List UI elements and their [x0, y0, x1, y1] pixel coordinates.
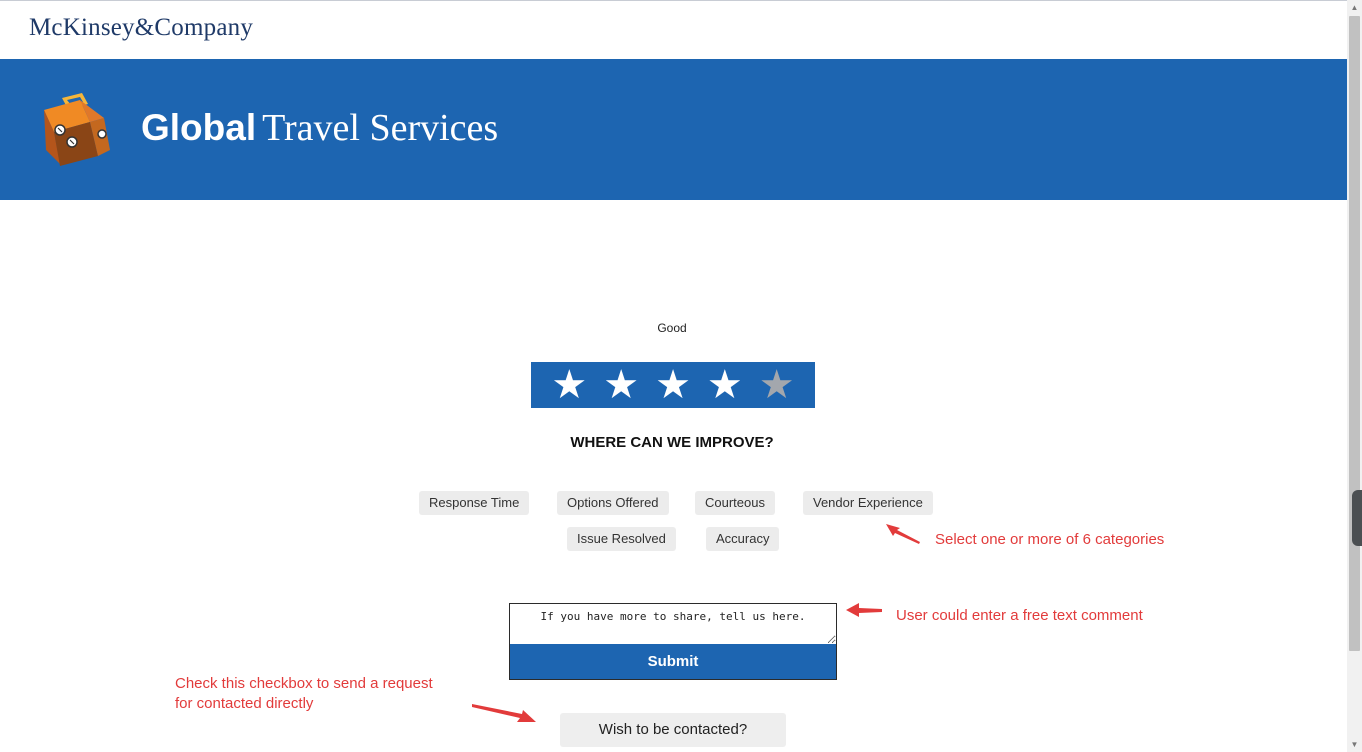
annotation-checkbox-line2: for contacted directly: [175, 695, 314, 712]
star-1[interactable]: ★: [551, 365, 587, 405]
star-rating: ★ ★ ★ ★ ★: [531, 362, 815, 408]
annotation-arrow-categories: [886, 524, 920, 544]
suitcase-icon: [44, 93, 110, 166]
star-3[interactable]: ★: [655, 365, 691, 405]
comment-textarea[interactable]: [510, 604, 836, 644]
improve-heading: WHERE CAN WE IMPROVE?: [570, 434, 774, 451]
annotation-checkbox: Check this checkbox to send a request fo…: [175, 674, 433, 714]
submit-button[interactable]: Submit: [510, 644, 836, 679]
star-2[interactable]: ★: [603, 365, 639, 405]
star-5[interactable]: ★: [759, 365, 795, 405]
category-issue-resolved[interactable]: Issue Resolved: [567, 527, 676, 551]
scroll-up-arrow-icon[interactable]: ▲: [1347, 0, 1362, 15]
comment-form: Submit: [509, 603, 837, 680]
banner-title: Global Travel Services: [141, 106, 498, 150]
category-accuracy[interactable]: Accuracy: [706, 527, 780, 551]
annotation-categories: Select one or more of 6 categories: [935, 531, 1165, 548]
banner-title-rest: Travel Services: [262, 107, 499, 149]
rating-label: Good: [657, 321, 687, 335]
contact-request-button[interactable]: Wish to be contacted?: [560, 713, 786, 747]
annotation-arrow-checkbox: [472, 704, 536, 722]
brand-logo-text: McKinsey&Company: [29, 14, 254, 41]
annotation-comment: User could enter a free text comment: [896, 607, 1143, 624]
annotation-arrow-comment: [846, 603, 882, 617]
annotation-checkbox-line1: Check this checkbox to send a request: [175, 675, 433, 692]
scroll-down-arrow-icon[interactable]: ▼: [1347, 737, 1362, 752]
category-options-offered[interactable]: Options Offered: [557, 491, 669, 515]
banner-title-bold: Global: [141, 107, 257, 148]
page-scrollbar[interactable]: ▲ ▼: [1347, 0, 1362, 752]
scrollbar-thumb[interactable]: [1349, 16, 1360, 651]
top-border: [0, 0, 1362, 1]
star-4[interactable]: ★: [707, 365, 743, 405]
category-response-time[interactable]: Response Time: [419, 491, 530, 515]
category-courteous[interactable]: Courteous: [695, 491, 775, 515]
side-widget-handle[interactable]: [1352, 490, 1362, 546]
category-vendor-experience[interactable]: Vendor Experience: [803, 491, 933, 515]
